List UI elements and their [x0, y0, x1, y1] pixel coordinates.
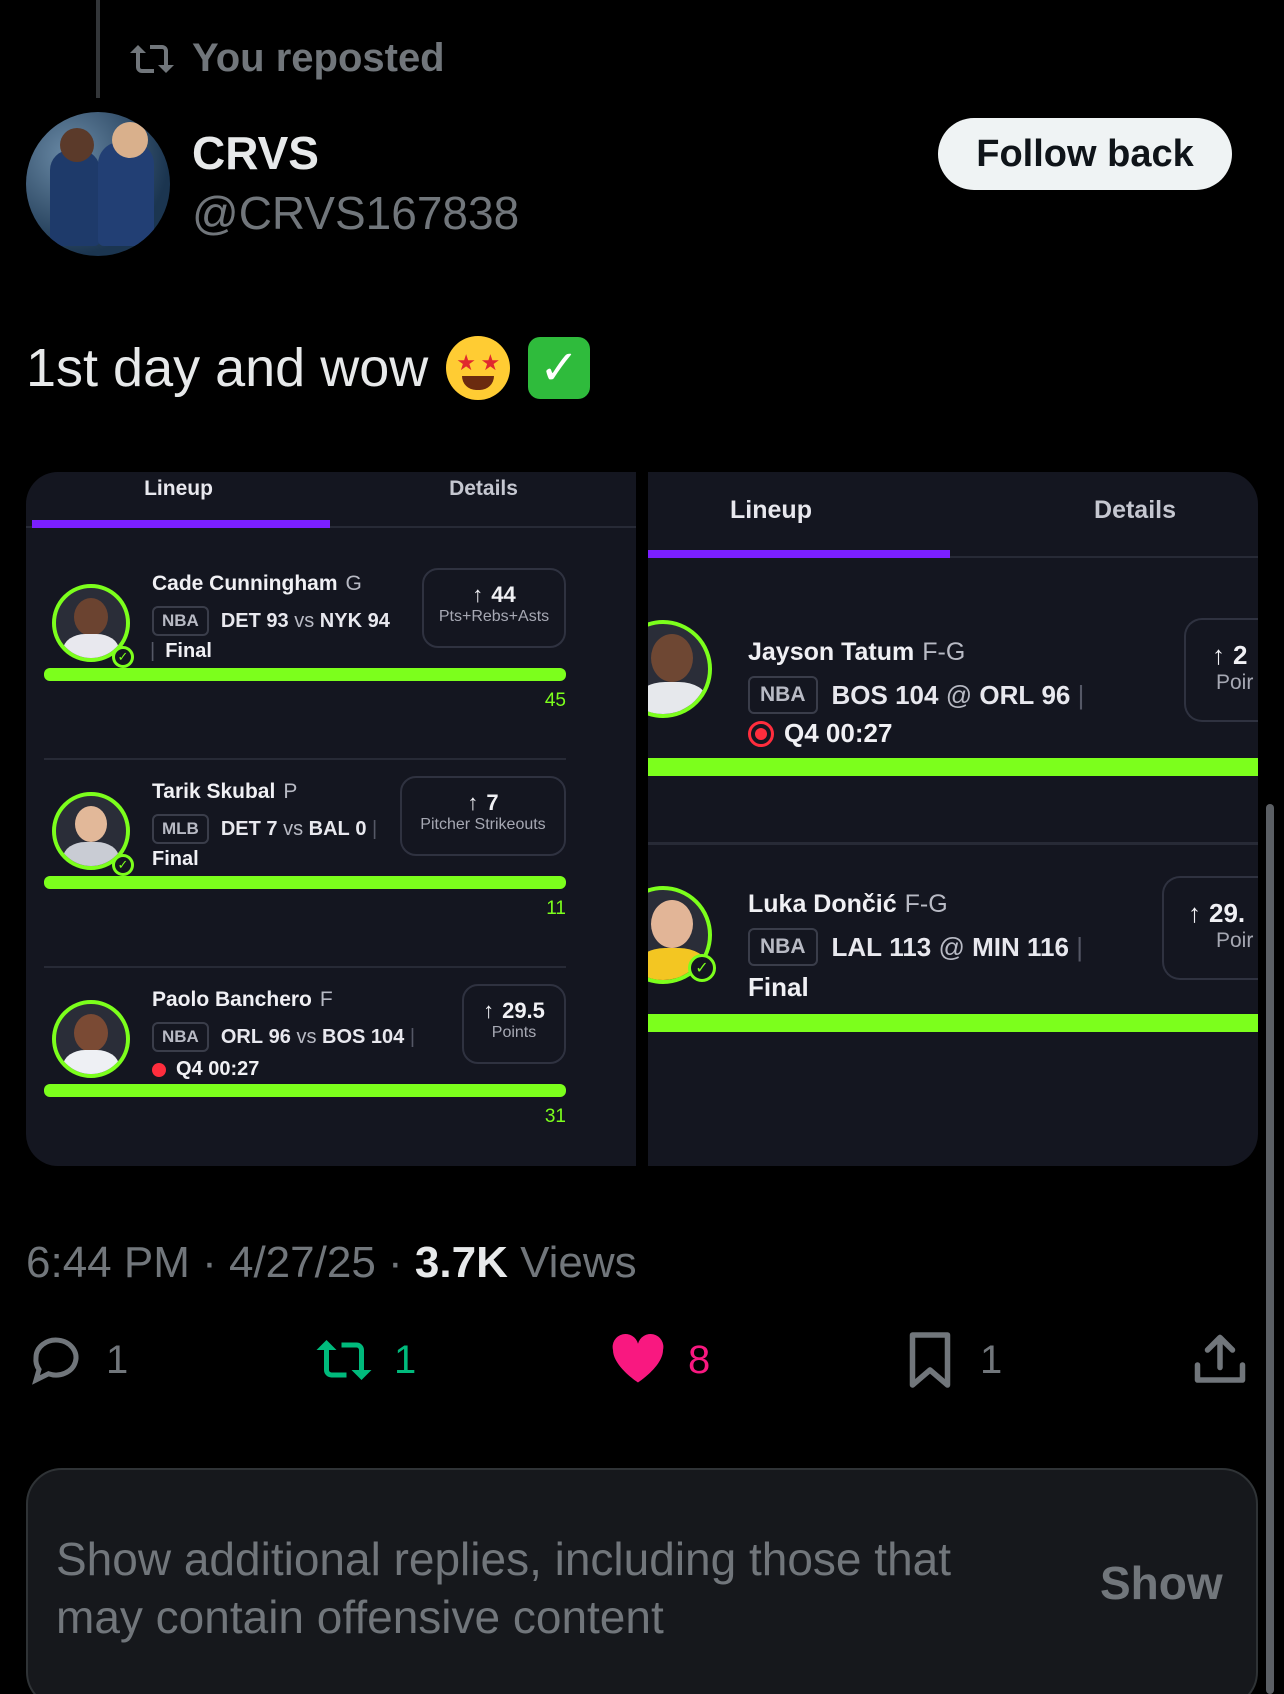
post-time: 6:44 PM: [26, 1238, 190, 1287]
arrow-up-icon: ↑: [472, 582, 484, 607]
views-label: Views: [520, 1238, 637, 1287]
stat-line-box: ↑ 7 Pitcher Strikeouts: [400, 776, 566, 856]
player-name: Luka Dončić F-G: [748, 890, 948, 918]
share-icon: [1194, 1334, 1246, 1383]
reply-count: 1: [106, 1337, 129, 1382]
scrollbar[interactable]: [1266, 804, 1274, 1694]
arrow-up-icon: ↑: [467, 790, 479, 815]
divider: [648, 842, 1258, 845]
like-count: 8: [688, 1337, 711, 1382]
stat-line-box: ↑ 44 Pts+Rebs+Asts: [422, 568, 566, 648]
media-image-right[interactable]: Lineup Details Jayson Tatum F-G NBA BOS 1…: [648, 472, 1258, 1166]
tab-lineup: Lineup: [730, 496, 812, 524]
check-icon: ✓: [688, 954, 716, 982]
bookmark-button[interactable]: 1: [900, 1330, 1002, 1390]
progress-bar: [648, 1014, 1258, 1032]
stat-line-box: ↑ 29.5 Points: [462, 984, 566, 1064]
action-bar: 1 1 8 1: [0, 1330, 1284, 1410]
player-avatar: [52, 1000, 130, 1078]
repost-icon: [316, 1340, 372, 1380]
share-button[interactable]: [1190, 1330, 1250, 1390]
game-line: NBA LAL 113 @ MIN 116 |: [748, 928, 1083, 966]
progress-bar: [44, 1084, 566, 1097]
check-icon: ✓: [112, 854, 134, 876]
league-badge: NBA: [152, 606, 209, 636]
tab-bar: Lineup Details: [648, 472, 1258, 558]
additional-replies-notice: Show additional replies, including those…: [26, 1468, 1258, 1694]
progress-bar: [44, 668, 566, 681]
game-status: Q4 00:27: [748, 718, 892, 749]
post-meta: 6:44 PM · 4/27/25 · 3.7K Views: [26, 1238, 637, 1287]
post-text: 1st day and wow: [26, 338, 429, 398]
tab-active-indicator: [648, 550, 950, 558]
repost-indicator: You reposted: [128, 36, 445, 81]
reply-button[interactable]: 1: [26, 1330, 128, 1390]
arrow-up-icon: ↑: [1212, 640, 1225, 670]
bookmark-icon: [909, 1332, 951, 1388]
progress-bar: [648, 758, 1258, 776]
check-icon: ✓: [112, 646, 134, 668]
league-badge: MLB: [152, 814, 209, 844]
stat-line-box: ↑ 2 Poir: [1184, 618, 1258, 722]
tab-active-indicator: [32, 520, 330, 528]
pick-card: ✓ Cade Cunningham G NBA DET 93 vs NYK 94 …: [26, 528, 636, 736]
author-avatar[interactable]: [26, 112, 170, 256]
tab-details: Details: [1094, 496, 1176, 524]
author-name[interactable]: CRVS: [192, 126, 319, 180]
live-indicator-icon: [748, 720, 774, 747]
player-name: Jayson Tatum F-G: [748, 638, 966, 666]
arrow-up-icon: ↑: [483, 998, 495, 1023]
additional-replies-text: Show additional replies, including those…: [56, 1533, 952, 1643]
result-value: 31: [544, 1106, 566, 1127]
league-badge: NBA: [152, 1022, 209, 1052]
stat-line-box: ↑ 29. Poir: [1162, 876, 1258, 980]
game-status: Q4 00:27: [152, 1058, 259, 1081]
pick-card: Jayson Tatum F-G NBA BOS 104 @ ORL 96 | Q…: [648, 558, 1258, 818]
game-line: NBA BOS 104 @ ORL 96 |: [748, 676, 1084, 714]
repost-icon: [130, 44, 174, 73]
player-name: Paolo Banchero F: [152, 988, 333, 1011]
media-image-left[interactable]: Lineup Details ✓ Cade Cunningham G NBA DE…: [26, 472, 636, 1166]
follow-back-button[interactable]: Follow back: [938, 118, 1232, 190]
result-value: 45: [544, 690, 566, 711]
pick-card: Paolo Banchero F NBA ORL 96 vs BOS 104 | …: [26, 944, 636, 1152]
views-count: 3.7K: [414, 1238, 508, 1287]
game-status: Final: [152, 848, 199, 870]
star-struck-emoji-icon: [446, 336, 511, 400]
pick-card: ✓ Tarik Skubal P MLB DET 7 vs BAL 0 | Fin…: [26, 736, 636, 944]
game-status: | Final: [150, 640, 212, 662]
progress-bar: [44, 876, 566, 889]
live-dot-icon: [152, 1062, 166, 1077]
arrow-up-icon: ↑: [1188, 898, 1201, 928]
result-value: 11: [546, 898, 566, 919]
thread-line: [96, 0, 100, 98]
tab-details: Details: [449, 477, 518, 500]
league-badge: NBA: [748, 928, 818, 966]
game-line: NBA ORL 96 vs BOS 104 |: [152, 1022, 415, 1052]
post-date: 4/27/25: [228, 1238, 376, 1287]
repost-label: You reposted: [192, 36, 445, 80]
reply-icon: [32, 1337, 79, 1385]
like-button[interactable]: 8: [608, 1330, 710, 1390]
repost-count: 1: [394, 1337, 417, 1382]
repost-button[interactable]: 1: [314, 1330, 416, 1390]
show-replies-button[interactable]: Show: [1100, 1556, 1223, 1610]
author-handle[interactable]: @CRVS167838: [192, 186, 519, 240]
heart-icon: [612, 1333, 664, 1383]
game-line: NBA DET 93 vs NYK 94: [152, 606, 390, 636]
player-name: Cade Cunningham G: [152, 572, 362, 595]
game-line: MLB DET 7 vs BAL 0 |: [152, 814, 377, 844]
game-status: Final: [748, 972, 809, 1002]
bookmark-count: 1: [980, 1337, 1003, 1382]
tab-lineup: Lineup: [144, 477, 213, 500]
player-avatar: [648, 620, 712, 718]
check-mark-emoji-icon: ✓: [528, 337, 591, 399]
tab-bar: Lineup Details: [26, 472, 636, 528]
post-body: 1st day and wow ✓: [26, 336, 591, 400]
player-name: Tarik Skubal P: [152, 780, 298, 803]
post-media[interactable]: Lineup Details ✓ Cade Cunningham G NBA DE…: [26, 472, 1258, 1166]
pick-card: ✓ Luka Dončić F-G NBA LAL 113 @ MIN 116 |…: [648, 846, 1258, 1146]
league-badge: NBA: [748, 676, 818, 714]
